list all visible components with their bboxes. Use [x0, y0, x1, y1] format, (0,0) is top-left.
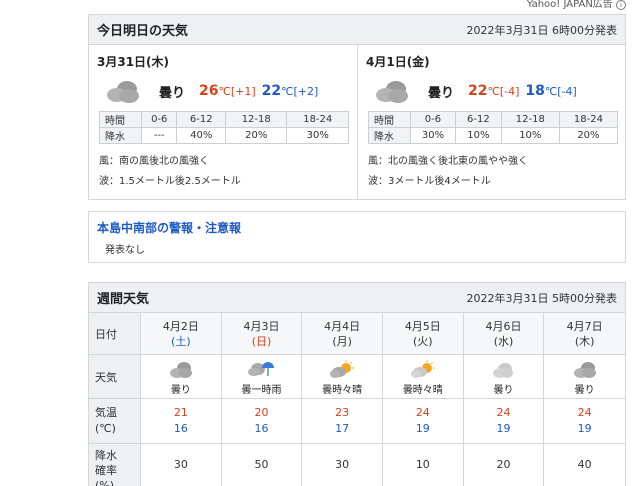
week-rain-cell: 10 [383, 444, 464, 486]
weather-text: 曇り [159, 85, 186, 101]
today-panel-title: 今日明日の天気 [97, 24, 189, 39]
warning-panel: 本島中南部の警報・注意報 発表なし [88, 211, 626, 263]
row-label-date: 日付 [89, 313, 141, 355]
wind-text: 風：北の風強く後北東の風やや強く [368, 156, 528, 167]
week-rain-cell: 50 [222, 444, 303, 486]
wind-text: 風：南の風後北の風強く [99, 156, 209, 167]
warning-title-link[interactable]: 本島中南部の警報・注意報 [97, 219, 617, 235]
week-rain-cell: 40 [544, 444, 625, 486]
high-temp: 22℃[-4] [468, 83, 520, 99]
precip-table: 時間 0-6 6-12 12-18 18-24 降水 --- 40% 20% 3… [99, 111, 349, 144]
today-issued-time: 2022年3月31日 6時00分発表 [466, 23, 617, 37]
week-temp-cell: 20 16 [221, 399, 303, 444]
wave-text: 波：1.5メートル後2.5メートル [99, 176, 241, 187]
week-weather-cell: 曇り [544, 355, 625, 399]
week-weather-cell: 曇一時雨 [221, 355, 303, 399]
day-forecast-tomorrow: 4月1日(金) 曇り 22℃[-4] 18℃[-4] 時間 0-6 6-12 1… [357, 45, 625, 200]
cloudy-icon [169, 362, 192, 378]
week-rain-cell: 20 [464, 444, 545, 486]
low-temp: 22℃[+2] [261, 83, 319, 99]
cloudy-icon [105, 78, 141, 104]
day-forecast-today: 3月31日(木) 曇り 26℃[+1] 22℃[+2] 時間 0-6 6-12 … [89, 45, 357, 200]
week-date-cell: 4月5日 (火) [382, 313, 464, 355]
info-icon[interactable]: i [616, 0, 626, 10]
row-label-temp: 気温 (℃) [89, 399, 141, 444]
week-date-cell: 4月6日 (水) [463, 313, 545, 355]
row-label-weather: 天気 [89, 355, 141, 399]
week-temp-cell: 23 17 [302, 399, 383, 444]
week-temp-cell: 24 19 [463, 399, 545, 444]
day-date: 4月1日(金) [366, 55, 430, 69]
week-rain-cell: 30 [141, 444, 222, 486]
weather-text: 曇り [428, 85, 455, 101]
cloud-umbrella-icon [248, 362, 275, 376]
today-tomorrow-panel: 今日明日の天気 2022年3月31日 6時00分発表 3月31日(木) 曇り 2… [88, 14, 626, 200]
week-temp-cell: 24 19 [382, 399, 464, 444]
cloud-sun-icon [410, 360, 435, 378]
week-date-cell: 4月2日 (土) [141, 313, 222, 355]
weekly-panel-header: 週間天気 2022年3月31日 5時00分発表 [89, 283, 625, 313]
week-date-cell: 4月4日 (月) [302, 313, 383, 355]
row-label-rain: 降水 確率 (%) [89, 444, 141, 486]
cloudy-icon [374, 78, 410, 104]
ad-label[interactable]: Yahoo! JAPAN広告 i [527, 0, 626, 10]
cloudy-icon [573, 362, 596, 378]
cloud-sun-icon [330, 360, 354, 378]
cloudy-icon [493, 363, 514, 378]
week-temp-cell: 24 19 [544, 399, 625, 444]
weekly-panel-title: 週間天気 [97, 292, 150, 307]
week-weather-cell: 曇時々晴 [382, 355, 464, 399]
today-panel-header: 今日明日の天気 2022年3月31日 6時00分発表 [89, 15, 625, 45]
week-rain-cell: 30 [302, 444, 383, 486]
week-weather-cell: 曇時々晴 [302, 355, 383, 399]
weekly-panel: 週間天気 2022年3月31日 5時00分発表 日付 4月2日 (土) 4月3日(… [88, 282, 626, 486]
low-temp: 18℃[-4] [525, 83, 577, 99]
week-weather-cell: 曇り [141, 355, 222, 399]
high-temp: 26℃[+1] [199, 83, 256, 99]
warning-text: 発表なし [105, 245, 145, 256]
precip-table: 時間 0-6 6-12 12-18 18-24 降水 30% 10% 10% 2… [368, 111, 619, 144]
week-date-cell: 4月3日 (日) [221, 313, 303, 355]
week-date-cell: 4月7日 (木) [544, 313, 625, 355]
weekly-table: 日付 4月2日 (土) 4月3日 (日) 4月4日 (月) 4月5日 (火) 4月6日(… [89, 313, 625, 486]
day-date: 3月31日(木) [97, 55, 170, 69]
wave-text: 波：3メートル後4メートル [368, 176, 491, 187]
week-weather-cell: 曇り [463, 355, 545, 399]
week-temp-cell: 21 16 [141, 399, 222, 444]
weekly-issued-time: 2022年3月31日 5時00分発表 [466, 291, 617, 305]
